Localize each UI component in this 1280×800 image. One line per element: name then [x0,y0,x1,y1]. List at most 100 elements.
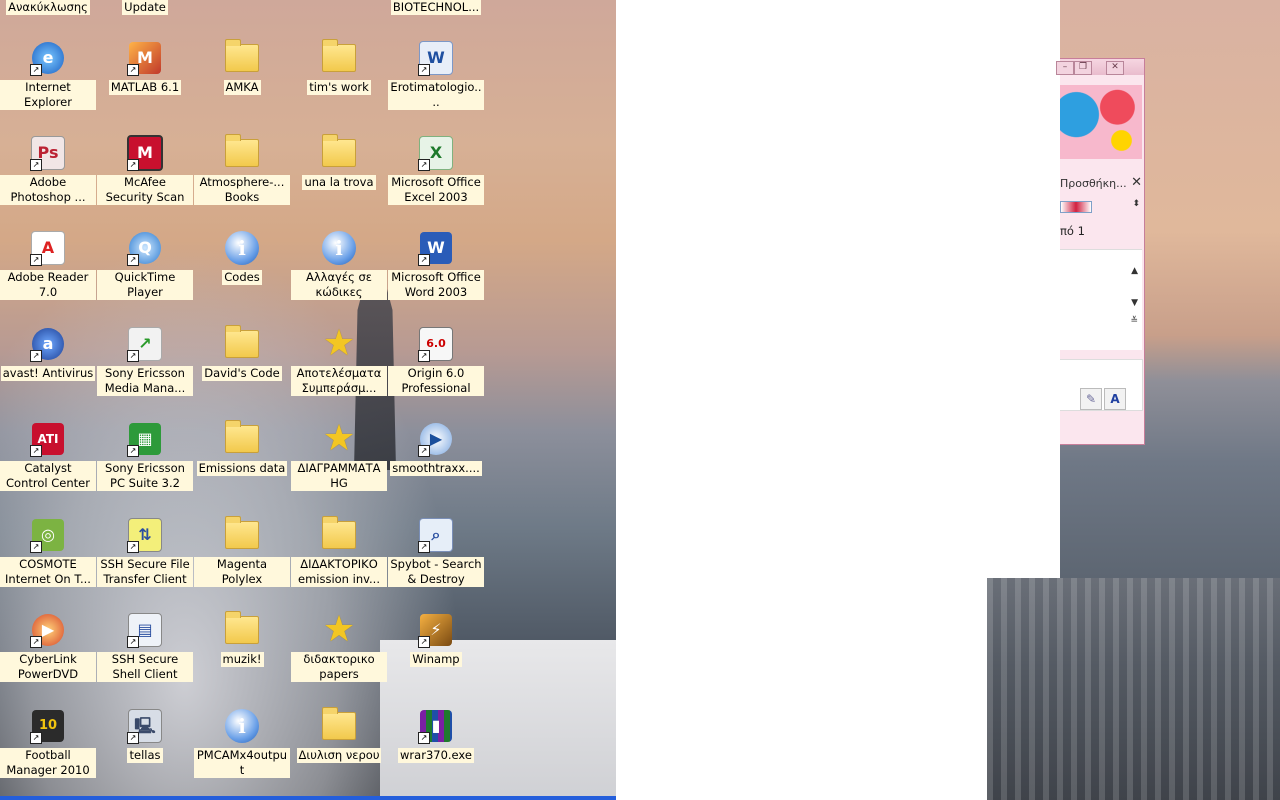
desktop-icon[interactable]: Διυλιση νερου [291,707,387,763]
folder-icon [321,134,357,171]
shortcut-arrow-icon: ↗ [127,541,139,553]
desktop-icon[interactable]: ◎ ↗ COSMOTE Internet On T... [0,517,96,587]
icon-label: AMKA [223,80,261,95]
desktop-icon[interactable]: Q ↗ QuickTime Player [97,230,193,300]
content-list[interactable]: ▲ ▼ ≚ [1060,249,1142,350]
desktop-icon[interactable]: ↗ ↗ Sony Ericsson Media Mana... [97,326,193,396]
icon-label: Adobe Photoshop ... [0,175,96,205]
shortcut-arrow-icon: ↗ [127,350,139,362]
desktop-icon[interactable]: ⚡ ↗ Winamp [388,612,484,667]
icon-label: una la trova [302,175,376,190]
cosmote-icon: ◎ ↗ [30,517,66,553]
desktop-icon[interactable]: muzik! [194,611,290,667]
football-manager-icon: 10 ↗ [30,708,66,744]
desktop-icon[interactable]: Magenta Polylex [194,516,290,587]
desktop-icon[interactable]: ΔΙΔΑΚΤΟΡΙΚΟ emission inv... [291,516,387,587]
desktop-icon[interactable]: ★ Αποτελέσματα Συμπεράσμ... [291,326,387,396]
folder-icon [224,420,260,457]
desktop-icon[interactable]: W ↗ Erotimatologio.... [388,40,484,110]
shortcut-arrow-icon: ↗ [127,445,139,457]
desktop-icon-recycle-bin[interactable]: Ανακύκλωσης [0,0,96,15]
pen-tool-icon[interactable]: ✎ [1080,388,1102,410]
folder-icon [224,611,260,648]
desktop-icon[interactable]: ▦ ↗ Sony Ericsson PC Suite 3.2 [97,421,193,491]
shortcut-arrow-icon: ↗ [127,636,139,648]
icon-label: COSMOTE Internet On T... [0,557,96,587]
desktop-icon[interactable]: e ↗ Internet Explorer [0,40,96,110]
desktop-icon[interactable]: ▶ ↗ CyberLink PowerDVD [0,612,96,682]
desktop-icon[interactable]: ⇅ ↗ SSH Secure File Transfer Client [97,517,193,587]
desktop-icon[interactable]: Emissions data [194,420,290,476]
window-titlebar[interactable]: – ❐ ✕ [1056,59,1144,75]
desktop-icon[interactable]: David's Code [194,325,290,381]
desktop-icon[interactable]: ▮ ↗ wrar370.exe [388,708,484,763]
winrar-icon: ▮ ↗ [418,708,454,744]
desktop-icon[interactable]: M ↗ McAfee Security Scan [97,135,193,205]
icon-label: Ανακύκλωσης [6,0,90,15]
pane-title: Προσθήκη... [1060,177,1127,190]
scroll-more-icon[interactable]: ≚ [1130,316,1138,326]
shortcut-arrow-icon: ↗ [30,254,42,266]
desktop-icon[interactable]: a ↗ avast! Antivirus [0,326,96,381]
desktop-icon[interactable]: M ↗ MATLAB 6.1 [97,40,193,95]
shortcut-arrow-icon: ↗ [127,159,139,171]
icon-label: SSH Secure File Transfer Client [97,557,193,587]
text-tool-icon[interactable]: A [1104,388,1126,410]
icon-label: Update [122,0,168,15]
desktop-icon[interactable]: ★ ΔΙΑΓΡΑΜΜΑΤΑ HG [291,421,387,491]
sony-ericsson-media-icon: ↗ ↗ [127,326,163,362]
spin-arrows-icon[interactable]: ⬍ [1132,199,1140,209]
shortcut-arrow-icon: ↗ [418,732,430,744]
desktop-icon[interactable]: Ps ↗ Adobe Photoshop ... [0,135,96,205]
desktop-icon[interactable]: ★ διδακτορικο papers [291,612,387,682]
folder-icon [224,134,260,171]
matlab-icon: M ↗ [127,40,163,76]
close-icon[interactable]: ✕ [1106,61,1124,75]
icon-label: Microsoft Office Excel 2003 [388,175,484,205]
partial-window[interactable]: – ❐ ✕ Προσθήκη... ✕ ⬍ πό 1 ▲ ▼ ≚ ✎ A [1056,58,1145,445]
desktop-icon[interactable]: 6.0 ↗ Origin 6.0 Professional [388,326,484,396]
ati-icon: ATI ↗ [30,421,66,457]
icon-label: ΔΙΑΓΡΑΜΜΑΤΑ HG [291,461,387,491]
icon-label: Sony Ericsson PC Suite 3.2 [97,461,193,491]
icon-label: tellas [127,748,163,763]
color-swatch[interactable] [1060,201,1092,213]
minimize-icon[interactable]: – [1056,61,1074,75]
shortcut-arrow-icon: ↗ [418,636,430,648]
icon-label: Codes [222,270,262,285]
desktop-icon[interactable]: tim's work [291,39,387,95]
scroll-down-icon[interactable]: ▼ [1131,298,1138,308]
icon-label: avast! Antivirus [0,366,96,381]
mcafee-icon: M ↗ [127,135,163,171]
desktop-icon[interactable]: W ↗ Microsoft Office Word 2003 [388,230,484,300]
desktop-icon[interactable]: A ↗ Adobe Reader 7.0 [0,230,96,300]
pane-close-icon[interactable]: ✕ [1131,175,1142,190]
desktop-icon[interactable]: X ↗ Microsoft Office Excel 2003 [388,135,484,205]
folder-icon [224,325,260,362]
star-icon: ★ [322,609,356,650]
desktop-icon[interactable]: ▶ ↗ smoothtraxx.... [388,421,484,476]
shortcut-arrow-icon: ↗ [418,541,430,553]
desktop-icon[interactable]: i Αλλαγές σε κώδικες [291,230,387,300]
icon-label: SSH Secure Shell Client [97,652,193,682]
desktop-icon-biotechnol[interactable]: BIOTECHNOL... [388,0,484,15]
desktop-icon[interactable]: i Codes [194,230,290,285]
desktop-icon[interactable]: Atmosphere-... Books [194,134,290,205]
icon-label: Microsoft Office Word 2003 [388,270,484,300]
desktop-icon[interactable]: ATI ↗ Catalyst Control Center [0,421,96,491]
desktop-icon[interactable]: 🖳 ↗ tellas [97,708,193,763]
desktop-icon[interactable]: una la trova [291,134,387,190]
word-icon: W ↗ [418,230,454,266]
desktop-icon[interactable]: 10 ↗ Football Manager 2010 [0,708,96,778]
shortcut-arrow-icon: ↗ [30,445,42,457]
desktop-icon-update[interactable]: Update [97,0,193,15]
powerdvd-icon: ▶ ↗ [30,612,66,648]
desktop-icon[interactable]: i PMCAMx4output [194,708,290,778]
scroll-up-icon[interactable]: ▲ [1131,266,1138,276]
desktop-icon[interactable]: ▤ ↗ SSH Secure Shell Client [97,612,193,682]
restore-icon[interactable]: ❐ [1074,61,1092,75]
desktop-icon[interactable]: ⌕ ↗ Spybot - Search & Destroy [388,517,484,587]
shortcut-arrow-icon: ↗ [30,159,42,171]
desktop-icon[interactable]: AMKA [194,39,290,95]
icon-label: Erotimatologio.... [388,80,484,110]
